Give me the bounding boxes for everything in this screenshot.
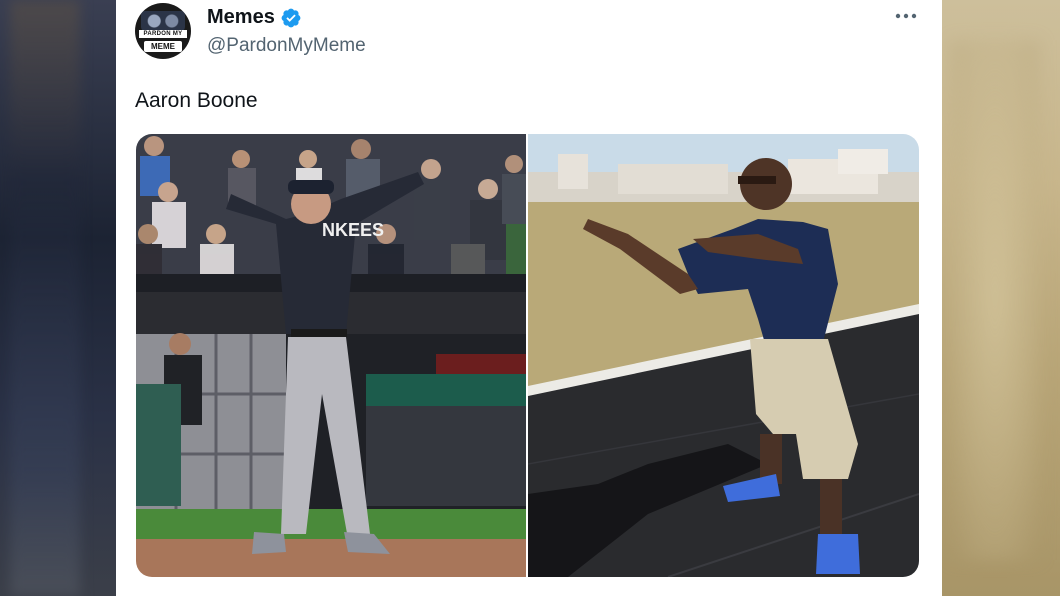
avatar-badge-text: MEME bbox=[144, 41, 182, 52]
media-photo-baseball[interactable]: NKEES bbox=[136, 134, 526, 577]
avatar-band-text: PARDON MY bbox=[139, 30, 187, 38]
right-background bbox=[942, 0, 1060, 596]
left-background bbox=[0, 0, 116, 596]
author-name[interactable]: Memes bbox=[207, 6, 275, 29]
tweet-card: PARDON MY MEME Memes @PardonMyMeme Aaron… bbox=[116, 0, 942, 596]
author-name-row[interactable]: Memes bbox=[207, 6, 302, 29]
avatar-logo-art bbox=[141, 11, 185, 31]
verified-badge-icon bbox=[281, 8, 301, 27]
tweet-media-grid: NKEES bbox=[136, 134, 919, 577]
author-handle[interactable]: @PardonMyMeme bbox=[207, 35, 366, 57]
avatar[interactable]: PARDON MY MEME bbox=[135, 3, 191, 59]
tweet-text: Aaron Boone bbox=[135, 89, 258, 112]
jersey-text: NKEES bbox=[322, 220, 384, 240]
baseball-manager-photo: NKEES bbox=[136, 134, 526, 577]
more-horizontal-icon bbox=[895, 13, 917, 19]
more-options-button[interactable] bbox=[892, 2, 920, 30]
media-photo-boy-dancing[interactable] bbox=[528, 134, 919, 577]
boy-dancing-photo bbox=[528, 134, 919, 577]
